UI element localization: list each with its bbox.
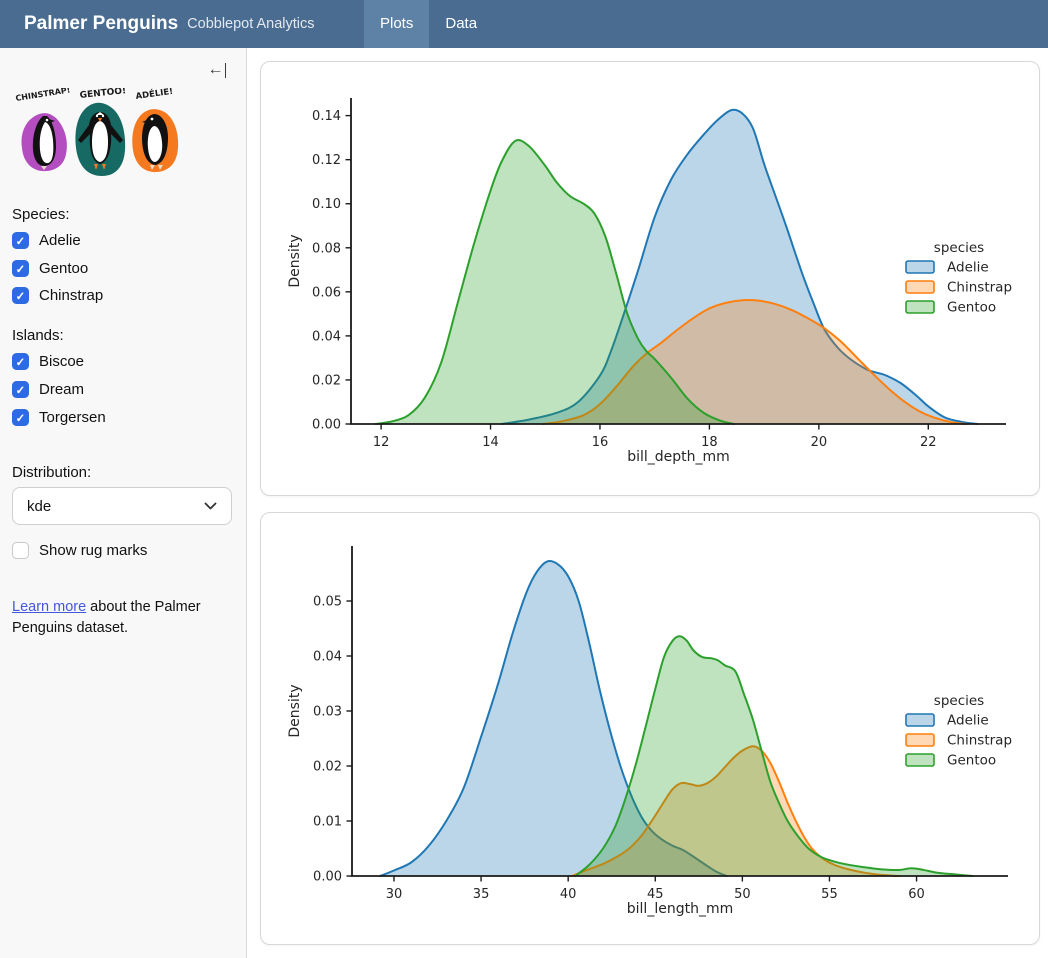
island-label-torgersen: Torgersen	[39, 409, 106, 426]
y-tick-label: 0.06	[312, 285, 341, 300]
legend-swatch-gentoo	[906, 754, 934, 766]
legend-label-chinstrap: Chinstrap	[947, 733, 1012, 749]
legend-label-gentoo: Gentoo	[947, 300, 996, 316]
y-tick-label: 0.02	[313, 760, 342, 775]
app-subtitle: Cobblepot Analytics	[187, 16, 314, 32]
rug-marks-row: ✓ Show rug marks	[12, 542, 147, 559]
species-row-chinstrap: ✓ Chinstrap	[12, 287, 103, 304]
species-row-gentoo: ✓ Gentoo	[12, 260, 88, 277]
legend-label-adelie: Adelie	[947, 260, 989, 276]
y-tick-label: 0.14	[312, 109, 341, 124]
island-checkbox-biscoe[interactable]: ✓	[12, 353, 29, 370]
island-row-torgersen: ✓ Torgersen	[12, 409, 106, 426]
legend-label-chinstrap: Chinstrap	[947, 280, 1012, 296]
learn-more-link[interactable]: Learn more	[12, 599, 86, 615]
y-tick-label: 0.05	[313, 595, 342, 610]
island-checkbox-dream[interactable]: ✓	[12, 381, 29, 398]
penguins-illustration: CHINSTRAP! GENTOO! ADÉLIE	[14, 88, 190, 180]
tab-data[interactable]: Data	[429, 0, 493, 48]
gentoo-penguin-belly	[92, 121, 108, 162]
y-tick-label: 0.00	[312, 418, 341, 433]
island-row-biscoe: ✓ Biscoe	[12, 353, 84, 370]
y-tick-label: 0.04	[312, 329, 341, 344]
dataset-note: Learn more about the Palmer Penguins dat…	[12, 597, 224, 639]
species-label-adelie: Adelie	[39, 232, 81, 249]
legend-title: species	[934, 693, 984, 709]
legend-swatch-chinstrap	[906, 734, 934, 746]
y-tick-label: 0.01	[313, 815, 342, 830]
island-label-dream: Dream	[39, 381, 84, 398]
y-tick-label: 0.04	[313, 650, 342, 665]
species-label-chinstrap: Chinstrap	[39, 287, 103, 304]
x-tick-label: 35	[473, 887, 490, 902]
bill-length-plot-card: 30 35 40 45 50 55 60 0.00 0.01 0.02 0.03 0.04 0.05 bi…	[260, 512, 1040, 945]
species-label-gentoo: Gentoo	[39, 260, 88, 277]
app-title: Palmer Penguins	[24, 13, 178, 35]
species-checkbox-chinstrap[interactable]: ✓	[12, 287, 29, 304]
legend-swatch-chinstrap	[906, 281, 934, 293]
y-axis-label: Density	[287, 234, 303, 287]
y-tick-label: 0.10	[312, 197, 341, 212]
sidebar: ← CHINSTRAP!	[0, 48, 247, 958]
adelie-label: ADÉLIE!	[135, 88, 174, 102]
bill-depth-plot-card: 12 14 16 18 20 22 0.00 0.02 0.04 0.06 0.08 0.10 0.12…	[260, 61, 1040, 496]
app-window: Palmer Penguins Cobblepot Analytics Plot…	[0, 0, 1048, 958]
nav-tabs: Plots Data	[364, 0, 493, 48]
x-tick-label: 22	[920, 435, 937, 450]
rug-marks-label: Show rug marks	[39, 542, 147, 559]
island-label-biscoe: Biscoe	[39, 353, 84, 370]
y-tick-label: 0.02	[312, 373, 341, 388]
bill-length-kde-plot: 30 35 40 45 50 55 60 0.00 0.01 0.02 0.03 0.04 0.05 bi…	[261, 513, 1039, 944]
chinstrap-label: CHINSTRAP!	[15, 88, 71, 103]
x-axis-label: bill_length_mm	[627, 901, 733, 917]
distribution-select[interactable]: kde	[12, 487, 232, 525]
legend-label-gentoo: Gentoo	[947, 753, 996, 769]
collapse-bar-icon	[225, 63, 227, 78]
y-axis-label: Density	[287, 684, 303, 737]
y-tick-label: 0.00	[313, 870, 342, 885]
gentoo-label: GENTOO!	[79, 88, 126, 101]
y-tick-label: 0.12	[312, 153, 341, 168]
species-section-label: Species:	[12, 206, 70, 223]
navbar: Palmer Penguins Cobblepot Analytics Plot…	[0, 0, 1048, 48]
y-tick-label: 0.03	[313, 705, 342, 720]
legend-swatch-gentoo	[906, 301, 934, 313]
x-tick-label: 14	[482, 435, 499, 450]
legend-label-adelie: Adelie	[947, 713, 989, 729]
x-axis-label: bill_depth_mm	[627, 449, 730, 465]
distribution-selected-value: kde	[27, 498, 51, 515]
sidebar-collapse-button[interactable]: ←	[208, 62, 227, 78]
legend-title: species	[934, 240, 984, 256]
islands-section-label: Islands:	[12, 327, 64, 344]
chevron-down-icon	[204, 502, 217, 511]
x-tick-label: 40	[560, 887, 577, 902]
legend-swatch-adelie	[906, 261, 934, 273]
x-tick-label: 30	[386, 887, 403, 902]
species-checkbox-adelie[interactable]: ✓	[12, 232, 29, 249]
legend-swatch-adelie	[906, 714, 934, 726]
species-row-adelie: ✓ Adelie	[12, 232, 81, 249]
x-tick-label: 18	[701, 435, 718, 450]
y-tick-label: 0.08	[312, 241, 341, 256]
island-checkbox-torgersen[interactable]: ✓	[12, 409, 29, 426]
x-tick-label: 60	[908, 887, 925, 902]
distribution-label: Distribution:	[12, 464, 91, 481]
main-content: 12 14 16 18 20 22 0.00 0.02 0.04 0.06 0.08 0.10 0.12…	[247, 48, 1048, 958]
collapse-arrow-icon: ←	[208, 62, 224, 78]
x-tick-label: 16	[592, 435, 609, 450]
rug-marks-checkbox[interactable]: ✓	[12, 542, 29, 559]
x-tick-label: 20	[811, 435, 828, 450]
x-tick-label: 55	[821, 887, 838, 902]
tab-plots[interactable]: Plots	[364, 0, 429, 48]
species-checkbox-gentoo[interactable]: ✓	[12, 260, 29, 277]
x-tick-label: 12	[373, 435, 390, 450]
x-tick-label: 50	[734, 887, 751, 902]
island-row-dream: ✓ Dream	[12, 381, 84, 398]
bill-depth-kde-plot: 12 14 16 18 20 22 0.00 0.02 0.04 0.06 0.08 0.10 0.12…	[261, 62, 1039, 495]
x-tick-label: 45	[647, 887, 664, 902]
